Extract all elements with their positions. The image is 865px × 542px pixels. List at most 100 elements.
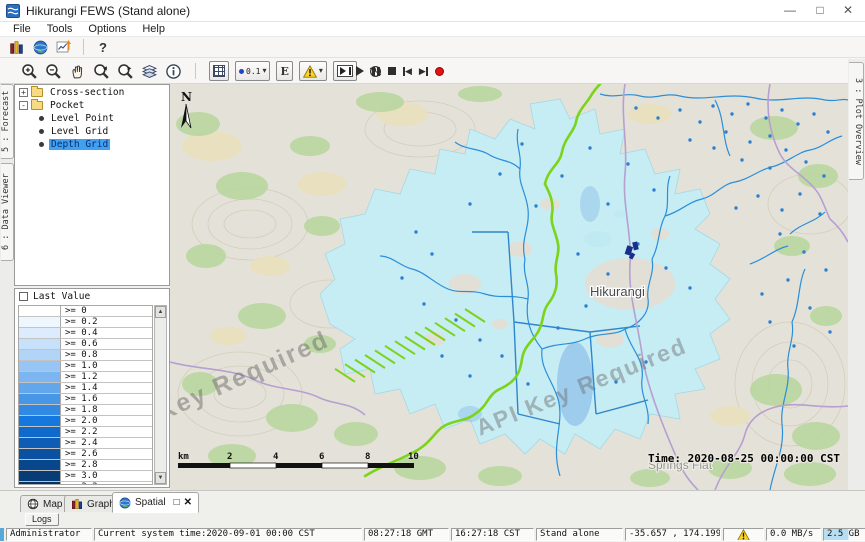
tab-spatial[interactable]: Spatial □ ✕ bbox=[112, 492, 199, 513]
legend-color-swatch bbox=[19, 361, 61, 371]
title-bar: Hikurangi FEWS (Stand alone) — □ ✕ bbox=[0, 0, 865, 22]
legend-color-swatch bbox=[19, 482, 61, 485]
chevron-down-icon: ▾ bbox=[319, 67, 323, 75]
menu-item-tools[interactable]: Tools bbox=[40, 22, 80, 37]
map-toolbar: 0.1 ▾ E ▾ ◀ ▶ bbox=[0, 58, 865, 84]
bottom-tab-bar: Map Graph Spatial □ ✕ bbox=[0, 490, 865, 512]
status-memory: 2.5 GB bbox=[823, 528, 865, 541]
legend-color-swatch bbox=[19, 460, 61, 470]
zoom-in-button[interactable] bbox=[20, 62, 38, 80]
legend-color-swatch bbox=[19, 306, 61, 316]
close-button[interactable]: ✕ bbox=[833, 0, 863, 21]
legend-row: >= 2.0 bbox=[19, 416, 152, 427]
chevron-down-icon: ▾ bbox=[262, 67, 266, 75]
record-button[interactable] bbox=[435, 67, 444, 76]
tab-forecasts[interactable]: 5 : Forecast bbox=[1, 84, 14, 159]
threshold-value: 0.1 bbox=[246, 67, 260, 76]
zoom-next-button[interactable] bbox=[116, 62, 134, 80]
zoom-previous-button[interactable] bbox=[92, 62, 110, 80]
tab-plot-overview[interactable]: 3 : Plot Overview bbox=[849, 62, 864, 180]
tree-item-pocket[interactable]: Pocket bbox=[48, 100, 86, 111]
scale-tick-label: 6 bbox=[319, 452, 324, 462]
timeseries-display-button[interactable] bbox=[52, 38, 76, 57]
tab-spatial-label: Spatial bbox=[135, 497, 166, 508]
left-tab-strip: 5 : Forecast 6 : Data Viewer bbox=[0, 84, 14, 490]
grid-toggle-button[interactable] bbox=[209, 61, 229, 81]
legend-value-label: >= 2.6 bbox=[61, 449, 98, 459]
close-tab-icon[interactable]: ✕ bbox=[184, 498, 192, 508]
tree-row[interactable]: Level Grid bbox=[15, 125, 169, 137]
legend-row: >= 0.6 bbox=[19, 339, 152, 350]
legend-value-label: >= 0.6 bbox=[61, 339, 98, 349]
tab-data-viewer[interactable]: 6 : Data Viewer bbox=[1, 163, 14, 261]
warning-dropdown[interactable]: ▾ bbox=[299, 61, 327, 81]
app-logo-icon bbox=[6, 4, 20, 18]
pan-button[interactable] bbox=[68, 62, 86, 80]
main-toolbar: ? bbox=[0, 37, 865, 58]
scroll-down-icon[interactable]: ▼ bbox=[155, 472, 166, 484]
tab-map-label: Map bbox=[43, 499, 62, 510]
zoom-out-button[interactable] bbox=[44, 62, 62, 80]
scale-tick-label: 8 bbox=[365, 452, 370, 462]
tree-row[interactable]: + Cross-section bbox=[15, 86, 169, 98]
legend-row: >= 3.2 bbox=[19, 482, 152, 485]
status-bar: Administrator Current system time:2020-0… bbox=[0, 527, 865, 542]
maximize-button[interactable]: □ bbox=[805, 0, 835, 21]
menu-item-file[interactable]: File bbox=[6, 22, 38, 37]
legend-color-swatch bbox=[19, 427, 61, 437]
legend-value-label: >= 1.0 bbox=[61, 361, 98, 371]
export-animation-button[interactable] bbox=[333, 61, 357, 81]
menu-item-options[interactable]: Options bbox=[81, 22, 133, 37]
minimize-button[interactable]: — bbox=[775, 0, 805, 21]
play-button[interactable] bbox=[356, 66, 364, 76]
last-value-checkbox[interactable] bbox=[19, 292, 28, 301]
legend-scrollbar[interactable]: ▲ ▼ bbox=[154, 305, 167, 485]
folder-icon bbox=[31, 101, 43, 110]
legend-row: >= 0.4 bbox=[19, 328, 152, 339]
legend-color-swatch bbox=[19, 317, 61, 327]
tree-item-depth-grid[interactable]: Depth Grid bbox=[49, 139, 110, 150]
classification-button[interactable]: E bbox=[276, 61, 292, 81]
legend-value-label: >= 2.0 bbox=[61, 416, 98, 426]
threshold-dropdown[interactable]: 0.1 ▾ bbox=[235, 61, 270, 81]
layers-button[interactable] bbox=[140, 62, 158, 80]
menu-item-help[interactable]: Help bbox=[135, 22, 172, 37]
tree-row[interactable]: - Pocket bbox=[15, 99, 169, 111]
expand-icon[interactable]: + bbox=[19, 88, 28, 97]
scroll-up-icon[interactable]: ▲ bbox=[155, 306, 166, 318]
help-button[interactable]: ? bbox=[91, 38, 115, 57]
legend-color-swatch bbox=[19, 471, 61, 481]
legend-row: >= 0.8 bbox=[19, 350, 152, 361]
legend-value-label: >= 2.2 bbox=[61, 427, 98, 437]
legend-value-label: >= 3.0 bbox=[61, 471, 98, 481]
tree-row[interactable]: Level Point bbox=[15, 112, 169, 124]
step-backward-button[interactable]: ◀ bbox=[403, 67, 412, 76]
legend-color-swatch bbox=[19, 394, 61, 404]
info-button[interactable] bbox=[164, 62, 182, 80]
tree-item-level-grid[interactable]: Level Grid bbox=[49, 126, 110, 137]
legend-value-label: >= 1.2 bbox=[61, 372, 98, 382]
database-display-button[interactable] bbox=[4, 38, 28, 57]
bullet-icon bbox=[39, 116, 44, 121]
status-throughput: 0.0 MB/s bbox=[766, 528, 821, 541]
spatial-display-button[interactable] bbox=[28, 38, 52, 57]
status-user: Administrator bbox=[6, 528, 92, 541]
logs-button[interactable]: Logs bbox=[25, 513, 59, 526]
legend-title: Last Value bbox=[33, 291, 90, 302]
stop-button[interactable] bbox=[388, 67, 396, 75]
restore-tab-icon[interactable]: □ bbox=[174, 498, 180, 508]
tree-item-level-point[interactable]: Level Point bbox=[49, 113, 116, 124]
tab-map[interactable]: Map bbox=[20, 495, 69, 513]
step-forward-button[interactable]: ▶ bbox=[419, 67, 428, 76]
legend-value-label: >= 1.6 bbox=[61, 394, 98, 404]
tree-item-cross-section[interactable]: Cross-section bbox=[48, 87, 126, 98]
legend-row: >= 2.4 bbox=[19, 438, 152, 449]
folder-icon bbox=[31, 88, 43, 97]
collapse-icon[interactable]: - bbox=[19, 101, 28, 110]
map-canvas[interactable]: API Key Required API Key Required Hikura… bbox=[170, 84, 848, 490]
tree-row[interactable]: Depth Grid bbox=[15, 138, 169, 150]
scale-tick-label: 2 bbox=[227, 452, 232, 462]
pause-button[interactable] bbox=[371, 67, 381, 76]
legend-color-swatch bbox=[19, 350, 61, 360]
legend-value-label: >= 2.8 bbox=[61, 460, 98, 470]
